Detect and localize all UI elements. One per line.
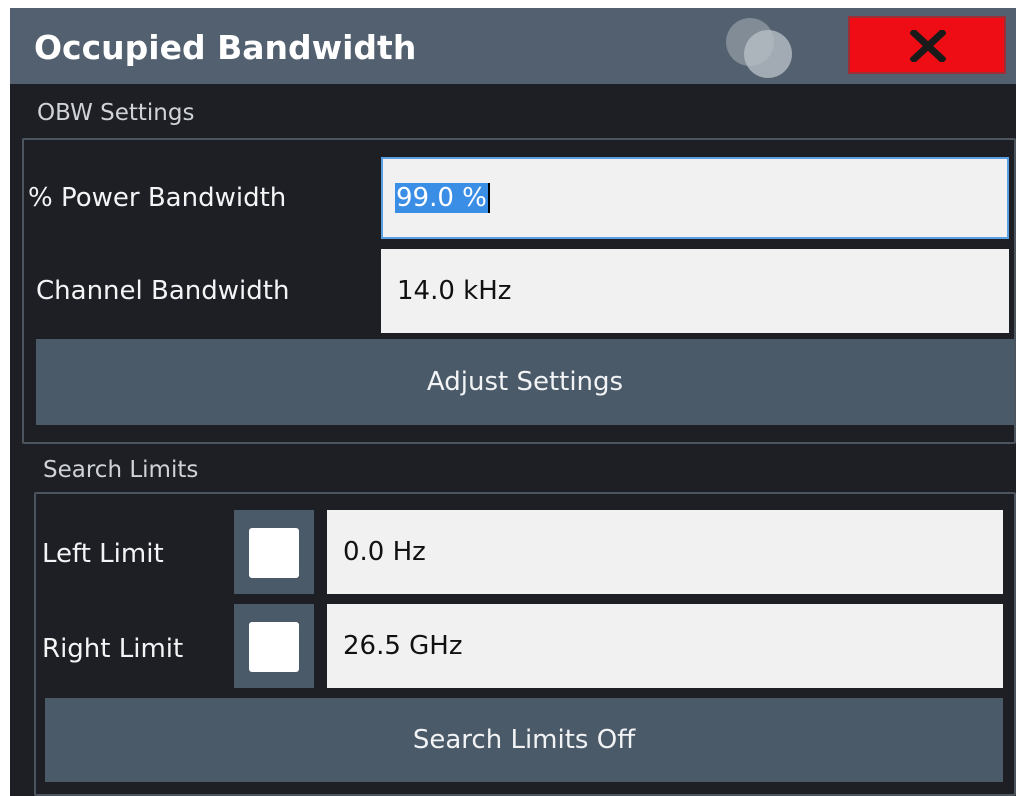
occupied-bandwidth-dialog: Occupied Bandwidth OBW Settings % Power … (10, 8, 1016, 796)
right-limit-label: Right Limit (42, 634, 184, 664)
right-limit-checkbox-frame[interactable] (234, 604, 314, 688)
left-limit-value: 0.0 Hz (343, 537, 426, 567)
right-limit-checkbox[interactable] (249, 622, 299, 672)
channel-bandwidth-value: 14.0 kHz (397, 276, 512, 306)
close-button[interactable] (848, 16, 1006, 74)
left-limit-label: Left Limit (42, 539, 164, 569)
close-x-icon (910, 30, 946, 62)
channel-bandwidth-input[interactable]: 14.0 kHz (381, 249, 1009, 333)
obw-settings-heading: OBW Settings (37, 100, 195, 126)
logo-circles-icon (716, 14, 806, 78)
left-limit-checkbox-frame[interactable] (234, 510, 314, 594)
search-limits-off-button[interactable]: Search Limits Off (45, 698, 1003, 782)
dialog-title: Occupied Bandwidth (34, 28, 417, 67)
search-limits-heading: Search Limits (43, 457, 199, 483)
adjust-settings-button[interactable]: Adjust Settings (36, 339, 1014, 425)
left-limit-input[interactable]: 0.0 Hz (327, 510, 1003, 594)
left-limit-checkbox[interactable] (249, 528, 299, 578)
power-bandwidth-value: 99.0 % (395, 183, 488, 213)
channel-bandwidth-label: Channel Bandwidth (36, 276, 290, 306)
text-caret (487, 183, 490, 213)
power-bandwidth-label: % Power Bandwidth (28, 183, 287, 213)
title-bar[interactable]: Occupied Bandwidth (10, 8, 1016, 84)
right-limit-value: 26.5 GHz (343, 631, 463, 661)
power-bandwidth-input[interactable]: 99.0 % (381, 157, 1009, 239)
right-limit-input[interactable]: 26.5 GHz (327, 604, 1003, 688)
